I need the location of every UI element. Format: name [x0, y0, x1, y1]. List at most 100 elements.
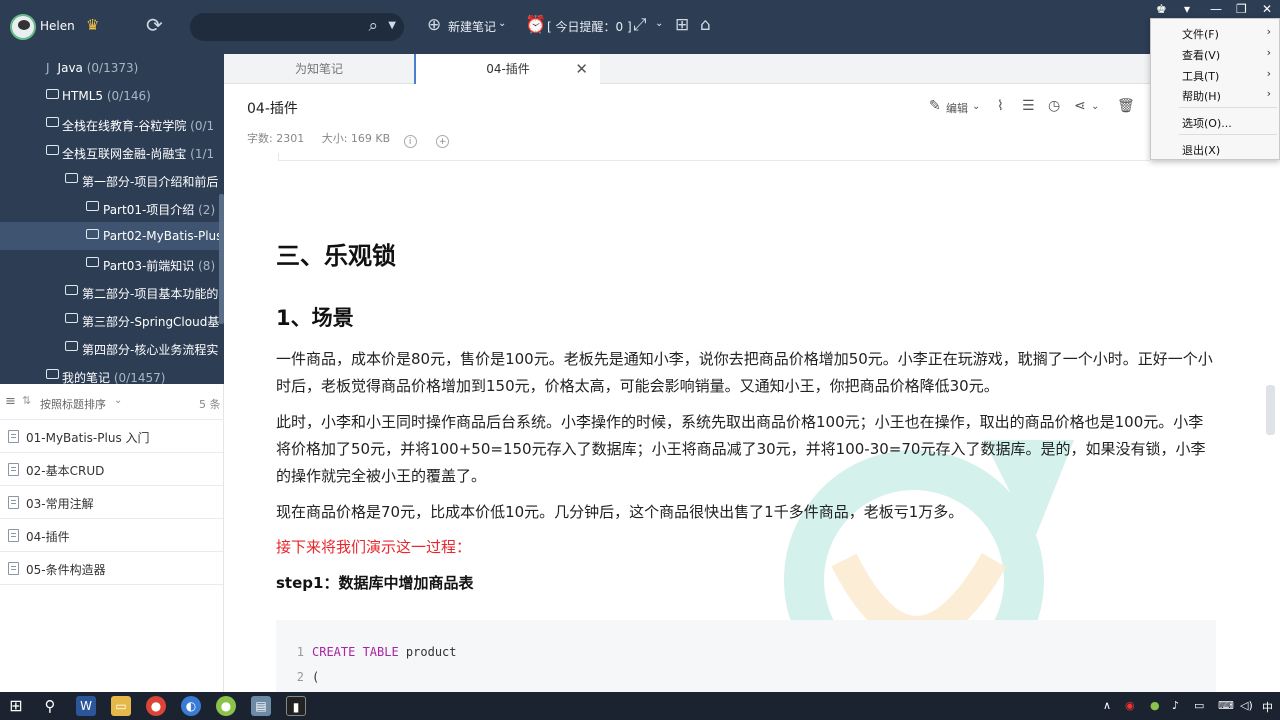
step-heading: step1：数据库中增加商品表	[276, 574, 474, 592]
sync-icon[interactable]: ⟳	[146, 13, 163, 37]
note-content[interactable]: 三、乐观锁 1、场景 一件商品，成本价是80元，售价是100元。老板先是通知小李…	[224, 160, 1264, 692]
file-explorer-icon[interactable]: ▭	[111, 696, 131, 716]
tab-wiz[interactable]: 为知笔记	[224, 54, 414, 84]
intellij-icon[interactable]: ▮	[286, 696, 306, 716]
minimize-icon[interactable]: —	[1210, 2, 1222, 16]
microphone-icon[interactable]: ♪	[1172, 699, 1179, 712]
skin-icon[interactable]: ♚	[1156, 2, 1167, 16]
grid-icon[interactable]: ⊞	[675, 15, 689, 35]
home-icon[interactable]: ⌂	[700, 15, 711, 35]
edit-icon[interactable]: ✎	[929, 98, 941, 114]
menu-icon[interactable]: ▾	[1184, 2, 1190, 16]
chevron-down-icon[interactable]: ⌄	[1091, 101, 1099, 112]
share-icon[interactable]: ⋖	[1074, 98, 1086, 114]
browser-icon[interactable]: ◐	[181, 696, 201, 716]
word-icon[interactable]: W	[76, 696, 96, 716]
menu-item-file[interactable]: 文件(F) ›	[1151, 22, 1279, 42]
code-block[interactable]: 1 CREATE TABLE product 2(	[276, 620, 1216, 692]
folder-icon	[46, 145, 59, 155]
chevron-right-icon: ›	[1266, 87, 1271, 100]
restore-icon[interactable]: ❐	[1236, 2, 1247, 16]
chevron-down-icon[interactable]: ⌄	[114, 395, 122, 406]
tree-item-my-notes[interactable]: 我的笔记 (0/1457)	[0, 362, 224, 384]
delete-icon[interactable]: 🗑	[1117, 98, 1135, 114]
heading-optimistic-lock: 三、乐观锁	[276, 242, 396, 270]
app-icon[interactable]: ●	[216, 696, 236, 716]
tree-item-java[interactable]: J Java (0/1373)	[0, 54, 224, 82]
tab-bar: 为知笔记 04-插件 ✕	[224, 54, 1280, 84]
document-icon	[8, 496, 19, 509]
list-item[interactable]: 04-插件	[0, 519, 223, 552]
attachment-icon[interactable]: ⌇	[997, 98, 1004, 114]
new-note-button[interactable]: 新建笔记	[448, 18, 496, 35]
network-icon[interactable]: ▭	[1194, 699, 1204, 712]
comment-icon[interactable]: ☰	[1022, 98, 1035, 114]
keyboard-icon[interactable]: ⌨	[1218, 699, 1234, 712]
chevron-down-icon[interactable]: ⌄	[498, 18, 506, 29]
tree-item-html5[interactable]: HTML5 (0/146)	[0, 82, 224, 110]
expand-icon[interactable]: ⤢	[633, 15, 647, 35]
menu-item-tools[interactable]: 工具(T) ›	[1151, 64, 1279, 84]
close-icon[interactable]: ✕	[1262, 2, 1272, 16]
folder-icon	[65, 285, 78, 295]
list-menu-icon[interactable]: ≡	[5, 394, 16, 409]
sort-icon[interactable]: ⇅	[22, 394, 31, 407]
edit-button[interactable]: 编辑	[946, 100, 968, 116]
username[interactable]: Helen	[40, 19, 75, 33]
history-icon[interactable]: ◷	[1048, 98, 1060, 114]
list-item[interactable]: 03-常用注解	[0, 486, 223, 519]
list-item[interactable]: 05-条件构造器	[0, 552, 223, 585]
code-line: 2(	[296, 670, 320, 684]
folder-icon	[65, 313, 78, 323]
chrome-icon[interactable]: ●	[146, 696, 166, 716]
tree-item-part-two[interactable]: 第二部分-项目基本功能的	[0, 278, 224, 306]
menu-item-view[interactable]: 查看(V) ›	[1151, 43, 1279, 63]
chevron-down-icon[interactable]: ▼	[388, 20, 396, 31]
chevron-down-icon[interactable]: ⌄	[655, 18, 663, 29]
chevron-up-icon[interactable]: ∧	[1103, 699, 1111, 712]
info-icon[interactable]: i	[403, 135, 417, 148]
search-icon[interactable]: ⚲	[40, 696, 60, 716]
menu-item-help[interactable]: 帮助(H) ›	[1151, 84, 1279, 104]
list-item[interactable]: 01-MyBatis-Plus 入门	[0, 420, 223, 453]
code-line: 1 CREATE TABLE product	[296, 645, 457, 659]
list-item[interactable]: 02-基本CRUD	[0, 453, 223, 486]
antivirus-icon[interactable]: ◉	[1125, 699, 1135, 712]
folder-icon	[65, 341, 78, 351]
sort-dropdown[interactable]: 按照标题排序	[40, 396, 106, 412]
note-title[interactable]: 04-插件	[247, 98, 298, 118]
volume-icon[interactable]: ◁)	[1240, 699, 1253, 712]
avatar[interactable]	[10, 14, 36, 40]
alarm-icon[interactable]: ⏰	[525, 15, 546, 35]
add-tag-icon[interactable]: +	[436, 135, 450, 148]
search-input[interactable]: ⌕ ▼	[190, 13, 404, 41]
folder-icon	[46, 89, 59, 99]
tree-item-guli[interactable]: 全栈在线教育-谷粒学院 (0/1	[0, 110, 224, 138]
menu-item-exit[interactable]: 退出(X)	[1151, 138, 1279, 158]
tree-item-part02[interactable]: Part02-MyBatis-Plus	[0, 222, 224, 250]
document-icon	[8, 430, 19, 443]
tab-note[interactable]: 04-插件 ✕	[414, 54, 600, 84]
content-scrollbar[interactable]	[1266, 385, 1275, 435]
close-tab-icon[interactable]: ✕	[575, 54, 588, 84]
tree-item-part-four[interactable]: 第四部分-核心业务流程实	[0, 334, 224, 362]
document-icon	[8, 463, 19, 476]
windows-start-icon[interactable]: ⊞	[6, 696, 26, 716]
search-icon[interactable]: ⌕	[368, 16, 378, 36]
menu-separator	[1179, 134, 1277, 135]
tree-item-part-one[interactable]: 第一部分-项目介绍和前后	[0, 166, 224, 194]
tree-item-part-three[interactable]: 第三部分-SpringCloud基	[0, 306, 224, 334]
notes-app-icon[interactable]: ▤	[251, 696, 271, 716]
tree-item-part01[interactable]: Part01-项目介绍 (2)	[0, 194, 224, 222]
wechat-icon[interactable]: ●	[1150, 699, 1160, 712]
note-size: 大小: 169 KB	[321, 132, 391, 145]
ime-indicator[interactable]: 中	[1262, 699, 1273, 715]
tree-item-srb[interactable]: 全栈互联网金融-尚融宝 (1/1	[0, 138, 224, 166]
folder-icon	[86, 201, 99, 211]
chevron-down-icon[interactable]: ⌄	[972, 101, 980, 112]
menu-item-options[interactable]: 选项(O)...	[1151, 111, 1279, 131]
plus-circle-icon[interactable]: ⊕	[427, 15, 441, 35]
tree-item-part03[interactable]: Part03-前端知识 (8)	[0, 250, 224, 278]
folder-icon	[86, 257, 99, 267]
reminder-label[interactable]: [ 今日提醒：0 ]	[547, 18, 632, 35]
